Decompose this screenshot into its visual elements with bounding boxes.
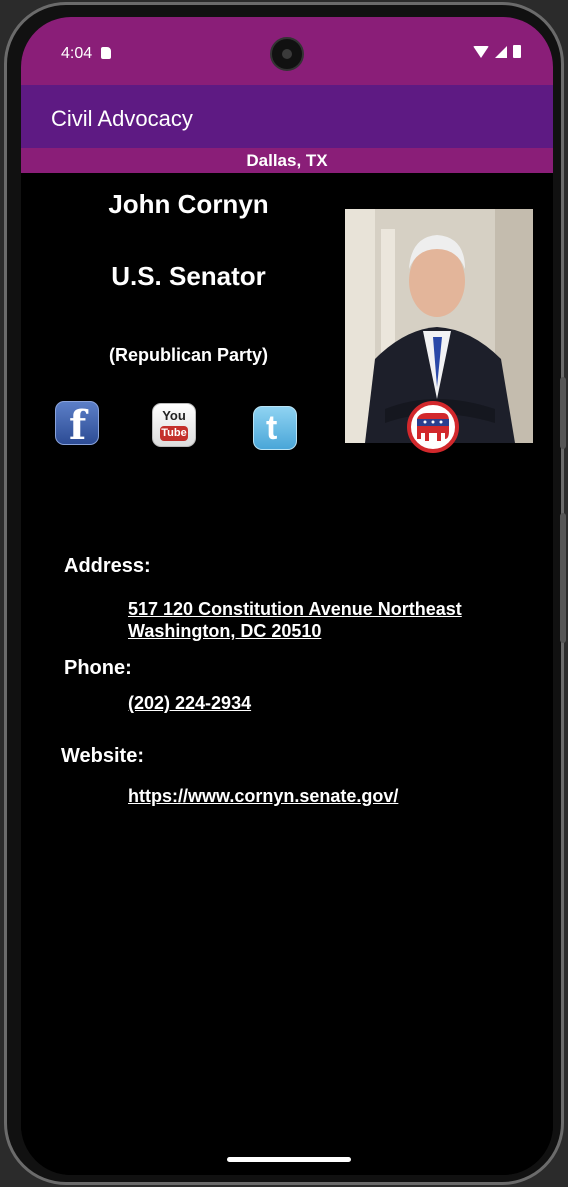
website-link[interactable]: https://www.cornyn.senate.gov/ <box>128 786 398 807</box>
volume-button <box>560 377 566 449</box>
elephant-icon <box>417 413 449 441</box>
location-label: Dallas, TX <box>21 148 553 173</box>
app-title: Civil Advocacy <box>51 106 193 131</box>
address-link-line1[interactable]: 517 120 Constitution Avenue Northeast <box>128 599 462 620</box>
twitter-icon[interactable]: t <box>253 406 297 450</box>
sd-card-icon <box>101 47 111 59</box>
official-detail: John Cornyn U.S. Senator (Republican Par… <box>21 173 553 1175</box>
twitter-glyph: t <box>266 409 278 447</box>
wifi-icon <box>473 45 489 58</box>
facebook-glyph: f <box>69 402 87 449</box>
facebook-icon[interactable]: f <box>55 401 99 449</box>
youtube-you-text: You <box>162 408 186 423</box>
home-indicator[interactable] <box>227 1157 351 1162</box>
official-office: U.S. Senator <box>111 261 266 291</box>
official-name: John Cornyn <box>108 189 269 219</box>
status-time: 4:04 <box>61 45 93 62</box>
youtube-icon[interactable]: You Tube <box>152 403 196 447</box>
status-bar: 4:04 <box>21 17 553 85</box>
address-link-line2[interactable]: Washington, DC 20510 <box>128 621 321 642</box>
power-button <box>560 513 566 643</box>
system-icons <box>473 45 521 58</box>
website-label: Website: <box>61 745 144 767</box>
phone-label: Phone: <box>64 657 132 679</box>
phone-link[interactable]: (202) 224-2934 <box>128 693 251 714</box>
youtube-tube-text: Tube <box>160 426 188 441</box>
front-camera <box>270 37 304 71</box>
address-label: Address: <box>64 555 151 577</box>
signal-icon <box>495 45 507 58</box>
battery-icon <box>513 45 521 58</box>
official-party: (Republican Party) <box>108 345 269 365</box>
phone-frame: 4:04 Civil Advocacy Dallas, TX John Corn… <box>4 2 566 1185</box>
app-bar: Civil Advocacy <box>21 85 553 148</box>
republican-party-icon <box>407 401 459 453</box>
screen: 4:04 Civil Advocacy Dallas, TX John Corn… <box>21 17 553 1175</box>
